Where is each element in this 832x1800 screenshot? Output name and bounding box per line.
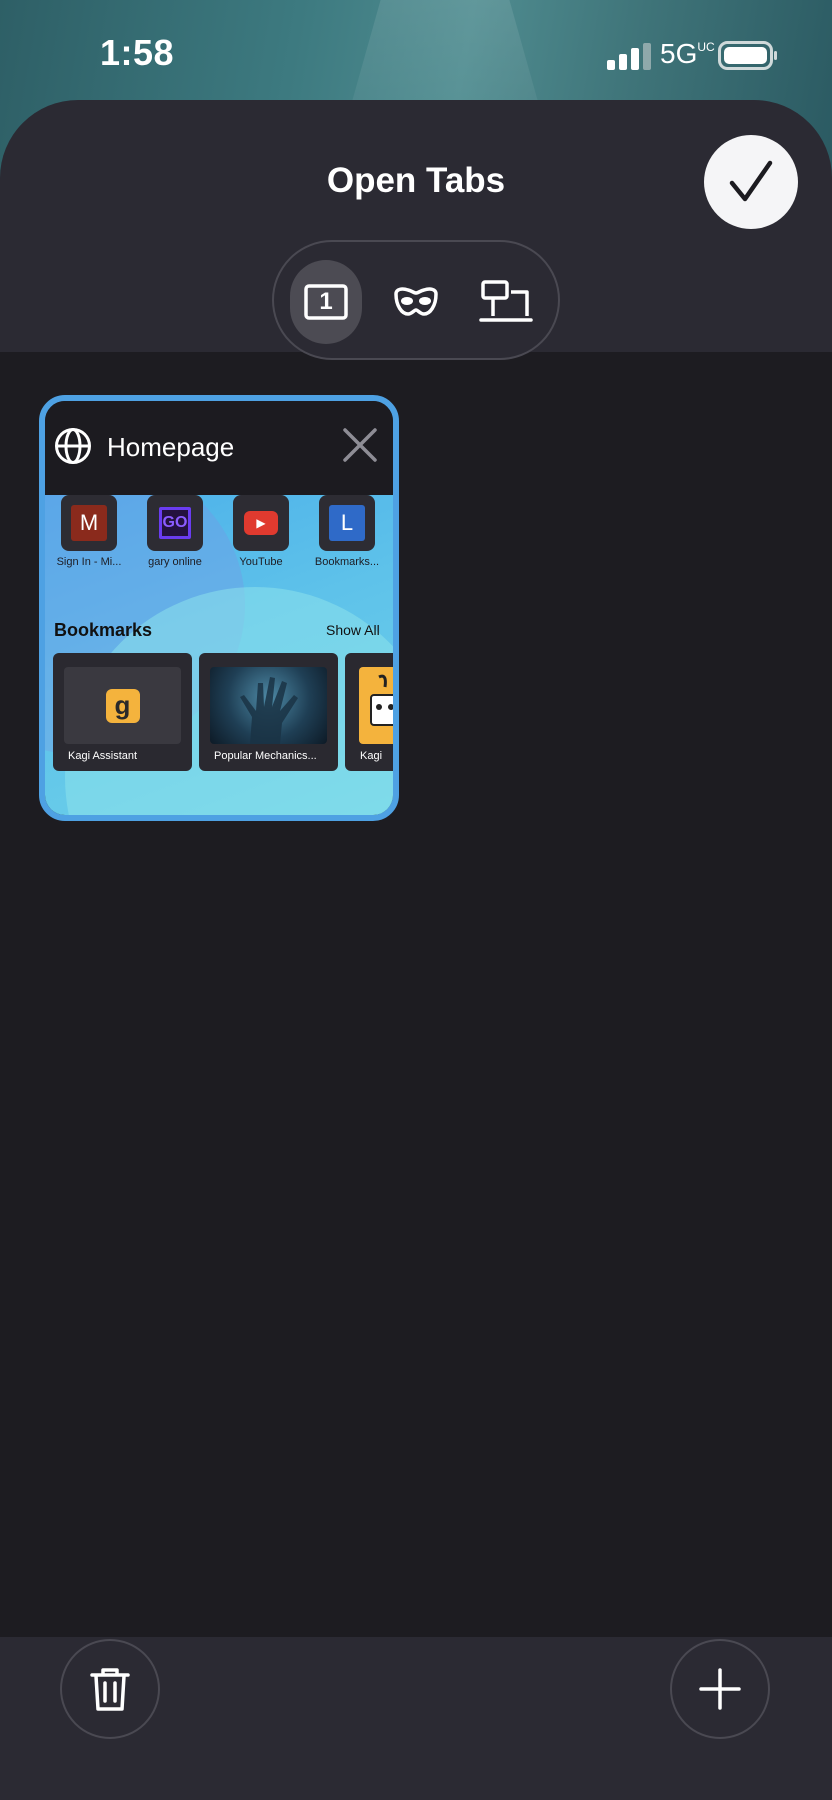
close-all-tabs-button[interactable] — [60, 1639, 160, 1739]
globe-icon — [55, 428, 91, 464]
trash-icon — [90, 1668, 130, 1711]
network-indicator: 5GUC — [660, 38, 715, 69]
tab-type-switcher: 1 — [272, 240, 560, 360]
kagi-dog-icon — [359, 667, 393, 744]
favorite-icon: L — [319, 495, 375, 551]
checkmark-icon — [729, 160, 773, 202]
bookmark-label: Kagi — [360, 750, 383, 762]
bookmark-card: Kagi — [345, 653, 393, 771]
tab-card[interactable]: Homepage M Sign In - Mi... GO gary onlin… — [39, 395, 399, 821]
synced-devices-icon — [479, 280, 533, 322]
cellular-signal-icon — [607, 43, 651, 70]
favorite-icon: GO — [147, 495, 203, 551]
favorite-icon: M — [61, 495, 117, 551]
close-tab-button[interactable] — [340, 425, 380, 465]
done-button[interactable] — [704, 135, 798, 229]
favorite-icon: ▶ — [233, 495, 289, 551]
favorite-label: Bookmarks... — [314, 556, 380, 568]
bookmark-label: Kagi Assistant — [68, 750, 138, 762]
favorite-label: YouTube — [239, 556, 283, 568]
favorite-item: L Bookmarks... — [307, 495, 387, 568]
tab-private-tabs[interactable] — [380, 260, 452, 344]
bookmarks-heading: Bookmarks — [54, 620, 153, 640]
favorite-item: ▶ YouTube — [221, 495, 301, 568]
tab-count-icon: 1 — [304, 284, 348, 320]
bookmark-card: g Kagi Assistant — [53, 653, 192, 771]
favorite-item: GO gary online — [135, 495, 215, 568]
tab-synced-tabs[interactable] — [470, 260, 542, 344]
new-tab-button[interactable] — [670, 1639, 770, 1739]
tab-count: 1 — [319, 288, 333, 315]
status-bar: 1:58 5GUC — [0, 0, 832, 100]
show-all-link: Show All — [326, 622, 380, 638]
favorite-label: Sign In - Mi... — [56, 556, 122, 568]
status-time: 1:58 — [100, 32, 175, 73]
favorites-row: M Sign In - Mi... GO gary online ▶ YouTu… — [45, 495, 393, 575]
bookmark-label: Popular Mechanics... — [214, 750, 317, 762]
favorite-item: M Sign In - Mi... — [49, 495, 129, 568]
bookmark-card: Popular Mechanics... — [199, 653, 338, 771]
battery-icon — [718, 41, 777, 70]
kagi-icon: g — [64, 667, 181, 744]
tab-title: Homepage — [107, 432, 235, 462]
private-mask-icon — [394, 287, 438, 316]
favorite-label: gary online — [148, 556, 202, 568]
plus-icon — [699, 1668, 741, 1710]
tab-normal-tabs[interactable]: 1 — [290, 260, 362, 344]
hand-image — [210, 667, 327, 744]
tab-card-header: Homepage — [45, 401, 393, 495]
tab-preview: M Sign In - Mi... GO gary online ▶ YouTu… — [45, 495, 393, 815]
